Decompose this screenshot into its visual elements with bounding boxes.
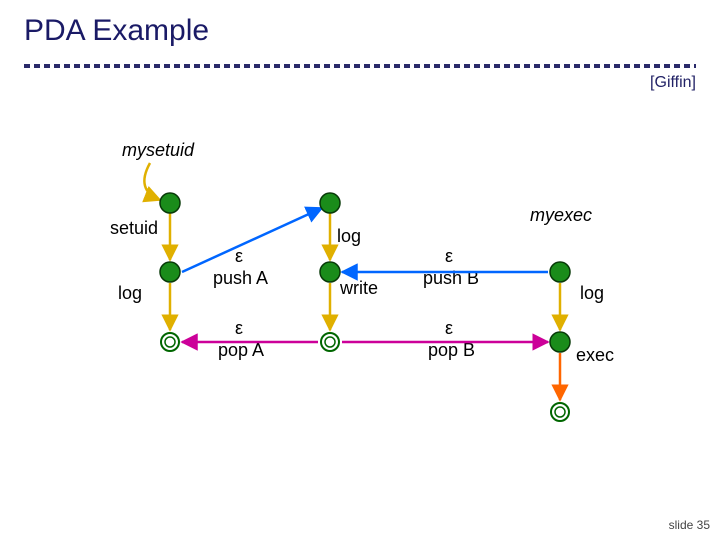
node-e2 xyxy=(550,332,570,352)
edge-entry-mysetuid xyxy=(144,163,160,200)
node-exit xyxy=(551,403,569,421)
node-s2 xyxy=(160,262,180,282)
node-m2 xyxy=(320,262,340,282)
node-m3 xyxy=(321,333,339,351)
edge-push-A xyxy=(182,208,322,272)
node-s3 xyxy=(161,333,179,351)
node-e1 xyxy=(550,262,570,282)
node-m1 xyxy=(320,193,340,213)
node-s1 xyxy=(160,193,180,213)
pda-diagram xyxy=(0,0,720,540)
